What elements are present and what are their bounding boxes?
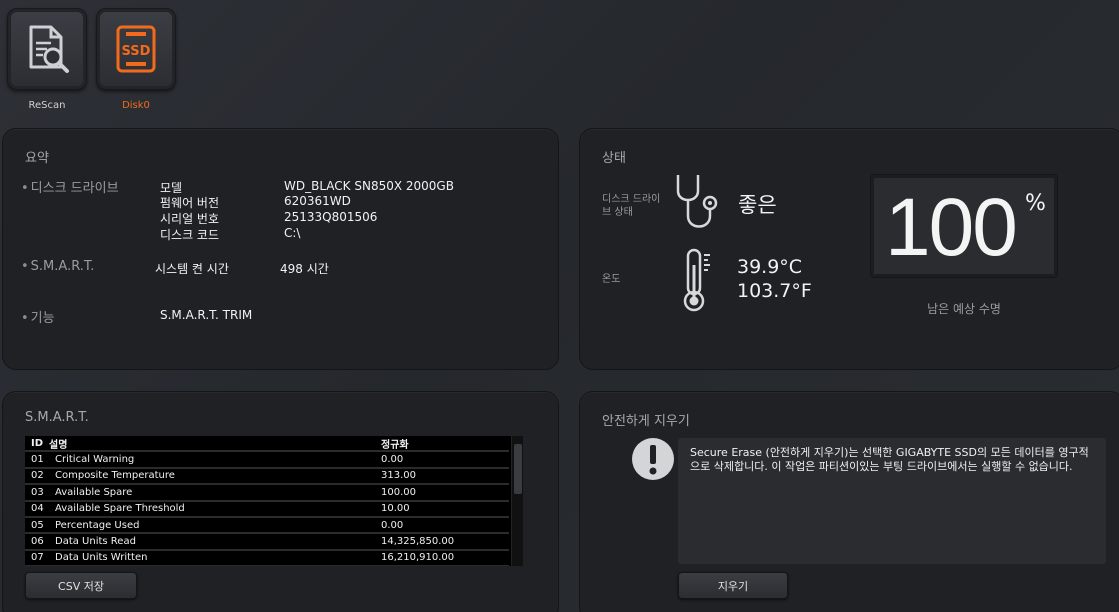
document-search-icon <box>29 25 69 73</box>
disk0-label: Disk0 <box>122 100 150 111</box>
smart-title: S.M.A.R.T. <box>25 410 89 425</box>
status-title: 상태 <box>602 151 626 166</box>
firmware-value: 620361WD <box>284 194 351 208</box>
erase-button[interactable]: 지우기 <box>678 572 788 599</box>
row-name: Percentage Used <box>55 519 140 531</box>
disk0-button[interactable]: SSD <box>96 8 176 90</box>
summary-panel: 요약 디스크 드라이브 모델 WD_BLACK SN850X 2000GB 펌웨… <box>2 128 559 370</box>
temp-fahrenheit: 103.7°F <box>737 280 812 302</box>
health-label: 디스크 드라이브 상태 <box>602 194 661 218</box>
table-row[interactable]: 04 Available Spare Threshold 10.00 <box>25 502 509 518</box>
power-on-value: 498 시간 <box>280 262 329 276</box>
row-name: Composite Temperature <box>55 470 175 482</box>
row-id: 07 <box>31 552 44 564</box>
health-value: 좋은 <box>738 193 777 217</box>
table-row[interactable]: 05 Percentage Used 0.00 <box>25 518 509 535</box>
smart-table: ID 설명 정규화 01 Critical Warning 0.00 02 Co… <box>25 436 523 566</box>
row-id: 03 <box>31 486 44 498</box>
row-value: 0.00 <box>381 519 404 531</box>
ssd-icon: SSD <box>116 25 156 73</box>
model-value: WD_BLACK SN850X 2000GB <box>284 179 454 193</box>
row-name: Data Units Read <box>55 536 136 548</box>
temp-label: 온도 <box>602 274 621 285</box>
row-value: 14,325,850.00 <box>381 536 455 548</box>
row-id: 05 <box>31 519 44 531</box>
features-label: 기능 <box>21 307 55 326</box>
rescan-label: ReScan <box>28 100 66 111</box>
summary-title: 요약 <box>25 151 49 166</box>
scrollbar-thumb[interactable] <box>514 444 522 494</box>
row-value: 10.00 <box>381 503 410 515</box>
row-name: Available Spare Threshold <box>55 503 185 515</box>
table-row[interactable]: 01 Critical Warning 0.00 <box>25 452 509 469</box>
disk-code-label: 디스크 코드 <box>160 228 220 242</box>
smart-label: S.M.A.R.T. <box>21 259 95 274</box>
col-name[interactable]: 설명 <box>49 436 379 451</box>
serial-value: 25133Q801506 <box>284 210 378 224</box>
row-id: 01 <box>31 454 44 466</box>
features-value: S.M.A.R.T. TRIM <box>160 308 253 322</box>
row-name: Critical Warning <box>55 454 135 466</box>
disk-code-value: C:\ <box>284 226 301 240</box>
life-remaining-box: 100 % <box>870 174 1058 278</box>
smart-table-scrollbar[interactable] <box>511 436 523 566</box>
row-value: 100.00 <box>381 486 416 498</box>
serial-label: 시리얼 번호 <box>160 212 220 226</box>
row-name: Available Spare <box>55 486 133 498</box>
row-value: 16,210,910.00 <box>381 552 455 564</box>
power-on-label: 시스템 켠 시간 <box>155 262 229 276</box>
stethoscope-icon <box>676 175 718 228</box>
life-remaining-label: 남은 예상 수명 <box>927 302 1001 316</box>
smart-panel: S.M.A.R.T. ID 설명 정규화 01 Critical Warning… <box>2 391 559 612</box>
status-panel: 상태 디스크 드라이브 상태 좋은 온도 39.9°C 103.7°F 100 … <box>579 128 1119 370</box>
row-id: 04 <box>31 503 44 515</box>
ssd-icon-text: SSD <box>122 44 151 59</box>
secure-erase-title: 안전하게 지우기 <box>602 414 690 429</box>
table-row[interactable]: 06 Data Units Read 14,325,850.00 <box>25 534 509 551</box>
secure-erase-panel: 안전하게 지우기 Secure Erase (안전하게 지우기)는 선택한 GI… <box>579 391 1119 612</box>
col-id[interactable]: ID <box>25 438 49 449</box>
warning-icon <box>632 438 674 480</box>
table-row[interactable]: 03 Available Spare 100.00 <box>25 485 509 502</box>
life-remaining-unit: % <box>1025 191 1046 216</box>
row-id: 02 <box>31 470 44 482</box>
disk-drive-label: 디스크 드라이브 <box>21 177 119 196</box>
secure-erase-message: Secure Erase (안전하게 지우기)는 선택한 GIGABYTE SS… <box>678 438 1106 564</box>
table-row[interactable]: 02 Composite Temperature 313.00 <box>25 469 509 486</box>
row-name: Data Units Written <box>55 552 148 564</box>
table-row[interactable]: 07 Data Units Written 16,210,910.00 <box>25 551 509 566</box>
col-value[interactable]: 정규화 <box>379 436 509 451</box>
row-value: 313.00 <box>381 470 416 482</box>
row-id: 06 <box>31 536 44 548</box>
csv-save-button[interactable]: CSV 저장 <box>25 572 137 599</box>
smart-table-header: ID 설명 정규화 <box>25 436 509 453</box>
rescan-button[interactable] <box>7 8 87 90</box>
temp-celsius: 39.9°C <box>737 256 803 278</box>
firmware-label: 펌웨어 버전 <box>160 196 220 210</box>
row-value: 0.00 <box>381 454 404 466</box>
thermometer-icon <box>683 248 710 312</box>
life-remaining-value: 100 <box>885 182 1018 273</box>
